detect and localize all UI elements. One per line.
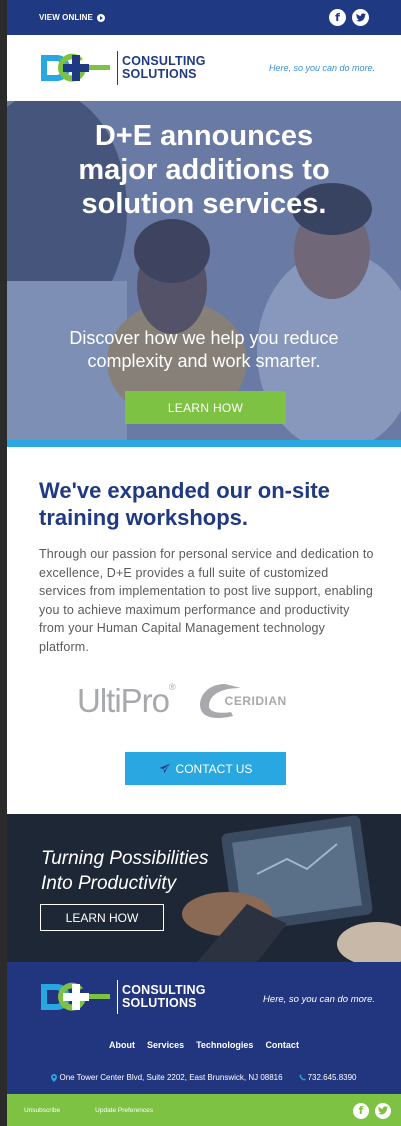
phone-icon (299, 1074, 306, 1081)
hero-subtitle: Discover how we help you reduce complexi… (7, 327, 401, 373)
play-circle-icon (97, 13, 105, 22)
de-logo-icon (41, 53, 110, 82)
hero-title-line: D+E announces (94, 120, 314, 152)
hero-subtitle-line: Discover how we help you reduce (69, 328, 339, 348)
logo-wordmark: CONSULTING SOLUTIONS (122, 55, 206, 81)
footer-nav-technologies[interactable]: Technologies (196, 1040, 253, 1050)
facebook-icon[interactable]: f (353, 1102, 369, 1119)
ceridian-logo: CERIDIAN (195, 680, 311, 722)
workshops-section: We've expanded our on-site training work… (7, 447, 401, 814)
ultipro-logo: UltiPro® (77, 682, 176, 719)
footer-phone[interactable]: 732.645.8390 (299, 1073, 357, 1082)
hero-title-line: solution services. (81, 188, 327, 220)
hero-learn-how-button[interactable]: LEARN HOW (125, 391, 286, 424)
top-bar: VIEW ONLINE f (7, 0, 401, 35)
contact-us-button[interactable]: CONTACT US (125, 752, 286, 785)
footer-logo[interactable]: CONSULTING SOLUTIONS (39, 978, 206, 1016)
ceridian-wordmark: CERIDIAN (224, 694, 287, 708)
view-online-link[interactable]: VIEW ONLINE (39, 13, 105, 22)
ultipro-wordmark: UltiPro (77, 682, 170, 719)
logo-divider (117, 980, 118, 1014)
footer-nav-services[interactable]: Services (147, 1040, 184, 1050)
section-heading-line: We've expanded our on-site (39, 478, 330, 503)
hero-banner: D+E announces major additions to solutio… (7, 101, 401, 447)
company-logo[interactable]: CONSULTING SOLUTIONS (39, 49, 206, 87)
footer-nav-about[interactable]: About (109, 1040, 135, 1050)
unsubscribe-link[interactable]: Unsubscribe (24, 1107, 60, 1114)
hero-subtitle-line: complexity and work smarter. (87, 351, 321, 371)
twitter-icon[interactable] (352, 9, 369, 26)
section-body: Through our passion for personal service… (39, 547, 374, 654)
view-online-label: VIEW ONLINE (39, 13, 93, 22)
bottom-bar: Unsubscribe Update Preferences f (7, 1094, 401, 1126)
promo-title-line: Into Productivity (41, 873, 177, 894)
footer-contact-info: One Tower Center Blvd, Suite 2202, East … (7, 1073, 401, 1082)
footer-address-text: One Tower Center Blvd, Suite 2202, East … (59, 1073, 283, 1082)
logo-line-2: SOLUTIONS (122, 67, 197, 81)
update-preferences-link[interactable]: Update Preferences (95, 1107, 153, 1114)
footer-nav: About Services Technologies Contact (7, 1040, 401, 1050)
section-heading-line: training workshops. (39, 505, 249, 530)
promo-learn-how-button[interactable]: LEARN HOW (40, 904, 164, 931)
footer-nav-contact[interactable]: Contact (265, 1040, 299, 1050)
header-tagline: Here, so you can do more. (268, 63, 375, 73)
logo-line-2: SOLUTIONS (122, 996, 197, 1010)
facebook-icon[interactable]: f (329, 9, 346, 26)
footer-logo-wordmark: CONSULTING SOLUTIONS (122, 984, 206, 1010)
promo-banner: Turning Possibilities Into Productivity … (7, 814, 401, 962)
contact-us-label: CONTACT US (175, 761, 253, 776)
footer-tagline: Here, so you can do more. (263, 994, 375, 1005)
footer-social-links: f (353, 1102, 391, 1119)
hero-divider-stripe (7, 440, 401, 447)
logo-divider (117, 51, 118, 85)
location-pin-icon (51, 1073, 58, 1082)
footer-address: One Tower Center Blvd, Suite 2202, East … (51, 1073, 283, 1082)
section-heading: We've expanded our on-site training work… (39, 477, 375, 531)
hero-title-line: major additions to (78, 154, 330, 186)
footer: CONSULTING SOLUTIONS Here, so you can do… (7, 962, 401, 1094)
promo-title: Turning Possibilities Into Productivity (41, 846, 209, 896)
hero-title: D+E announces major additions to solutio… (7, 119, 401, 221)
de-logo-icon (41, 982, 110, 1011)
partner-logos: UltiPro® CERIDIAN (77, 680, 311, 722)
header: CONSULTING SOLUTIONS Here, so you can do… (7, 35, 401, 101)
social-links: f (329, 9, 369, 26)
paper-plane-icon (159, 763, 171, 774)
twitter-icon[interactable] (375, 1102, 391, 1119)
email-frame: VIEW ONLINE f CONSULTING SOLUTIONS Here,… (7, 0, 401, 1126)
footer-phone-text: 732.645.8390 (307, 1073, 357, 1082)
promo-title-line: Turning Possibilities (41, 848, 209, 869)
